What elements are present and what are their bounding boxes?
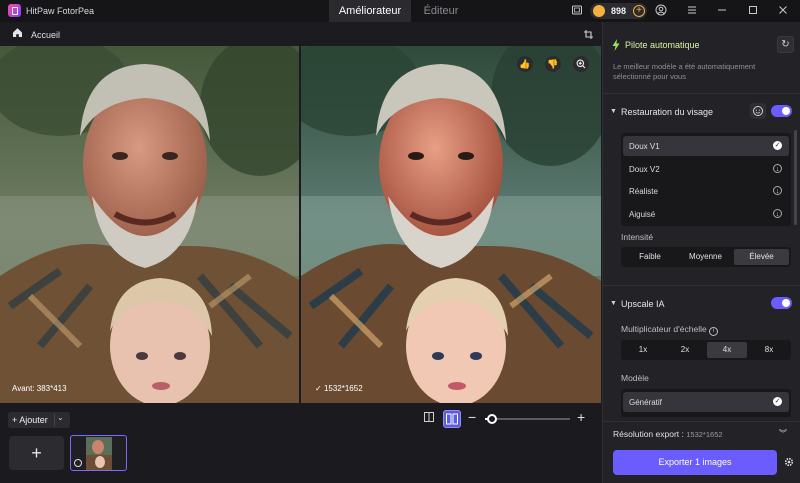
add-coins-icon[interactable]: + (633, 5, 645, 17)
after-photo (301, 46, 601, 403)
face-model-list: Doux V1 ✓ Doux V2 ↓ Réaliste ↓ Aiguisé ↓ (621, 133, 791, 226)
add-button[interactable]: + Ajouter ⌄ (8, 412, 70, 428)
account-icon[interactable] (654, 4, 668, 18)
upscale-toggle[interactable] (771, 297, 792, 309)
face-model-realiste[interactable]: Réaliste ↓ (623, 181, 789, 201)
face-model-aiguise[interactable]: Aiguisé ↓ (623, 204, 789, 224)
gear-icon[interactable] (783, 456, 795, 468)
scale-8x[interactable]: 8x (749, 342, 789, 358)
tab-ameliorateur[interactable]: Améliorateur (329, 0, 411, 22)
panel-divider (603, 421, 800, 422)
lightning-icon (612, 39, 620, 51)
refresh-icon[interactable]: ↻ (777, 36, 794, 53)
upscale-model-list: Génératif ✓ (621, 389, 791, 417)
export-resolution: Résolution export : 1532*1652 (613, 429, 723, 439)
after-resolution: ✓ 1532*1652 (315, 384, 363, 393)
intensity-label: Intensité (621, 232, 654, 242)
app-name: HitPaw FotorPea (26, 6, 95, 16)
scale-4x[interactable]: 4x (707, 342, 747, 358)
add-image-tile[interactable]: + (9, 436, 64, 470)
download-icon[interactable]: ↓ (773, 209, 782, 218)
toolbar (0, 22, 602, 46)
check-icon: ✓ (315, 384, 324, 393)
autopilot-description: Le meilleur modèle a été automatiquement… (613, 62, 756, 81)
add-separator (54, 414, 55, 426)
face-model-doux-v1[interactable]: Doux V1 ✓ (623, 136, 789, 156)
coin-balance[interactable]: 898 + (590, 3, 647, 19)
zoom-out-icon[interactable]: − (468, 409, 476, 425)
side-by-side-view-icon[interactable] (443, 410, 461, 428)
panel-divider (603, 93, 800, 94)
coin-icon (593, 5, 605, 17)
intensity-moyenne[interactable]: Moyenne (678, 249, 733, 265)
add-label: Ajouter (19, 415, 48, 425)
plus-icon: + (12, 415, 18, 425)
face-icon[interactable] (750, 103, 766, 119)
face-restore-title: Restauration du visage (621, 107, 714, 117)
info-icon[interactable]: i (709, 327, 719, 336)
crop-icon[interactable] (583, 29, 594, 40)
selected-check-icon: ✓ (773, 141, 782, 150)
zoom-slider-handle[interactable] (487, 414, 497, 424)
home-link[interactable]: Accueil (31, 30, 60, 40)
split-view-icon[interactable] (421, 411, 437, 427)
scale-1x[interactable]: 1x (623, 342, 663, 358)
selected-check-icon: ✓ (773, 397, 782, 406)
collapse-caret-icon[interactable]: ▼ (610, 300, 617, 307)
before-photo (0, 46, 299, 403)
autopilot-title: Pilote automatique (625, 40, 700, 50)
upscale-model-generatif[interactable]: Génératif ✓ (623, 392, 789, 412)
thumbnail-photo (86, 437, 112, 470)
thumbs-down-icon[interactable]: 👎 (545, 56, 561, 72)
download-icon[interactable]: ↓ (773, 164, 782, 173)
scale-2x[interactable]: 2x (665, 342, 705, 358)
upscale-title: Upscale IA (621, 299, 665, 309)
app-window: HitPaw FotorPea Améliorateur Éditeur 898… (0, 0, 800, 483)
app-logo-icon (8, 4, 21, 17)
model-label: Modèle (621, 373, 649, 383)
menu-icon[interactable] (685, 4, 699, 18)
scale-selector: 1x 2x 4x 8x (621, 340, 791, 360)
download-icon[interactable]: ↓ (773, 186, 782, 195)
maximize-icon[interactable] (746, 4, 760, 18)
image-thumbnail[interactable] (70, 435, 127, 471)
intensity-faible[interactable]: Faible (623, 249, 677, 265)
minimize-icon[interactable] (715, 4, 729, 18)
intensity-selector: Faible Moyenne Élevée (621, 247, 791, 267)
face-restore-toggle[interactable] (771, 105, 792, 117)
export-button[interactable]: Exporter 1 images (613, 450, 777, 475)
zoom-in-plus-icon[interactable]: + (577, 409, 585, 425)
zoom-slider[interactable] (485, 418, 570, 420)
collapse-caret-icon[interactable]: ▼ (610, 108, 617, 115)
expand-chevron-icon[interactable]: ︾ (779, 428, 787, 439)
home-icon[interactable] (12, 27, 23, 38)
close-icon[interactable] (776, 4, 790, 18)
scale-label: Multiplicateur d'échelle i (621, 324, 719, 336)
coin-value: 898 (611, 6, 627, 16)
clock-icon (74, 459, 82, 467)
before-resolution: Avant: 383*413 (12, 384, 67, 393)
zoom-in-icon[interactable] (573, 56, 589, 72)
thumbs-up-icon[interactable]: 👍 (517, 56, 533, 72)
chevron-down-icon[interactable]: ⌄ (57, 413, 64, 422)
face-model-doux-v2[interactable]: Doux V2 ↓ (623, 159, 789, 179)
panel-scrollbar[interactable] (794, 130, 797, 225)
tab-editeur[interactable]: Éditeur (416, 0, 466, 22)
preview-after[interactable]: 👍 👎 ✓ 1532*1652 (301, 46, 601, 403)
message-icon[interactable] (570, 4, 584, 18)
panel-divider (603, 285, 800, 286)
intensity-elevee[interactable]: Élevée (734, 249, 789, 265)
preview-before[interactable]: Avant: 383*413 (0, 46, 299, 403)
